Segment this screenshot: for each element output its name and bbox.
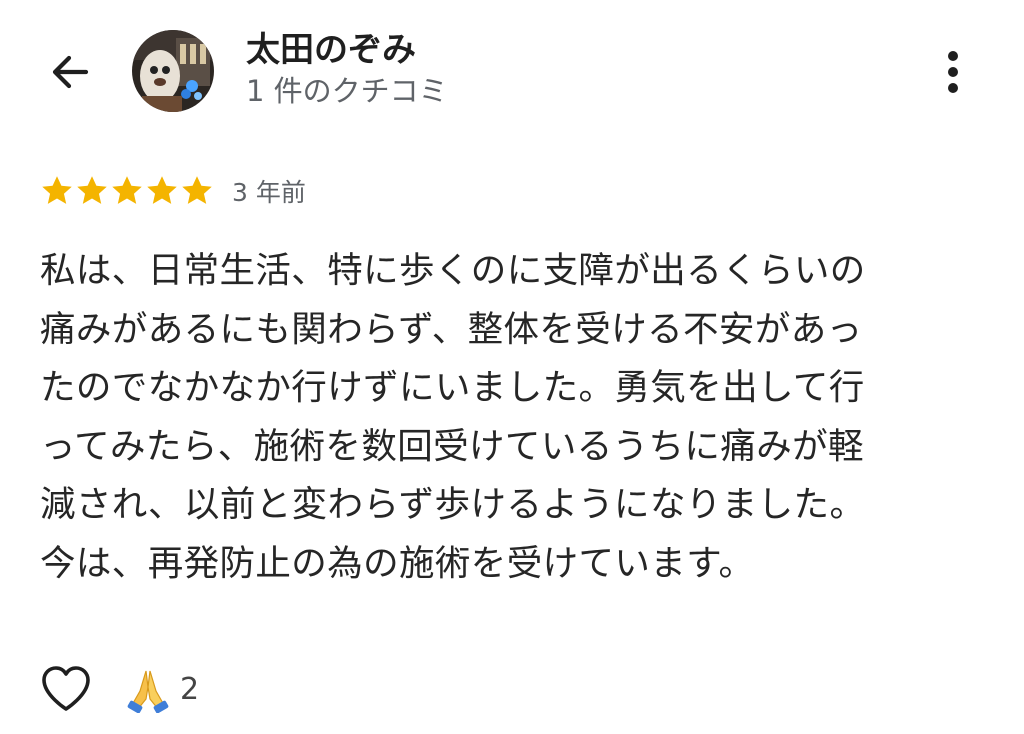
star-icon bbox=[182, 176, 212, 204]
review-text: 私は、日常生活、特に歩くのに支障が出るくらいの 痛みがあるにも関わらず、整体を受け… bbox=[40, 242, 990, 593]
review-text-line: 私は、日常生活、特に歩くのに支障が出るくらいの bbox=[40, 250, 866, 291]
back-button[interactable] bbox=[42, 44, 98, 100]
review-date: 3 年前 bbox=[232, 178, 306, 207]
star-icon bbox=[77, 176, 107, 204]
review-text-line: 痛みがあるにも関わらず、整体を受ける不安があっ bbox=[40, 308, 863, 350]
more-vertical-icon bbox=[948, 51, 958, 93]
star-icon bbox=[147, 176, 177, 204]
review-text-line: たのでなかなか行けずにいました。勇気を出して行 bbox=[40, 367, 865, 408]
star-icon bbox=[112, 176, 142, 204]
avatar[interactable] bbox=[132, 30, 214, 112]
star-icon bbox=[42, 176, 72, 204]
arrow-left-icon bbox=[52, 55, 89, 89]
review-page: 太田のぞみ 1 件のクチコミ 3 年前 私は、日常生活、特に歩くのに支障が出るく… bbox=[0, 0, 1024, 734]
like-button[interactable] bbox=[36, 659, 96, 719]
heart-outline-icon bbox=[42, 666, 90, 711]
more-options-button[interactable] bbox=[930, 46, 976, 98]
reaction-button[interactable]: 2 bbox=[124, 665, 199, 713]
folded-hands-icon bbox=[127, 670, 169, 713]
user-name[interactable]: 太田のぞみ bbox=[246, 28, 416, 72]
review-text-line: 減され、以前と変わらず歩けるようになりました。 bbox=[40, 484, 866, 525]
rating-row: 3 年前 bbox=[40, 171, 306, 211]
review-text-line: 今は、再発防止の為の施術を受けています。 bbox=[40, 542, 755, 584]
review-text-line: ってみたら、施術を数回受けているうちに痛みが軽 bbox=[40, 425, 864, 467]
reaction-count: 2 bbox=[180, 671, 200, 707]
review-actions: 2 bbox=[36, 658, 199, 720]
star-rating bbox=[40, 174, 215, 208]
review-count: 1 件のクチコミ bbox=[246, 74, 448, 108]
